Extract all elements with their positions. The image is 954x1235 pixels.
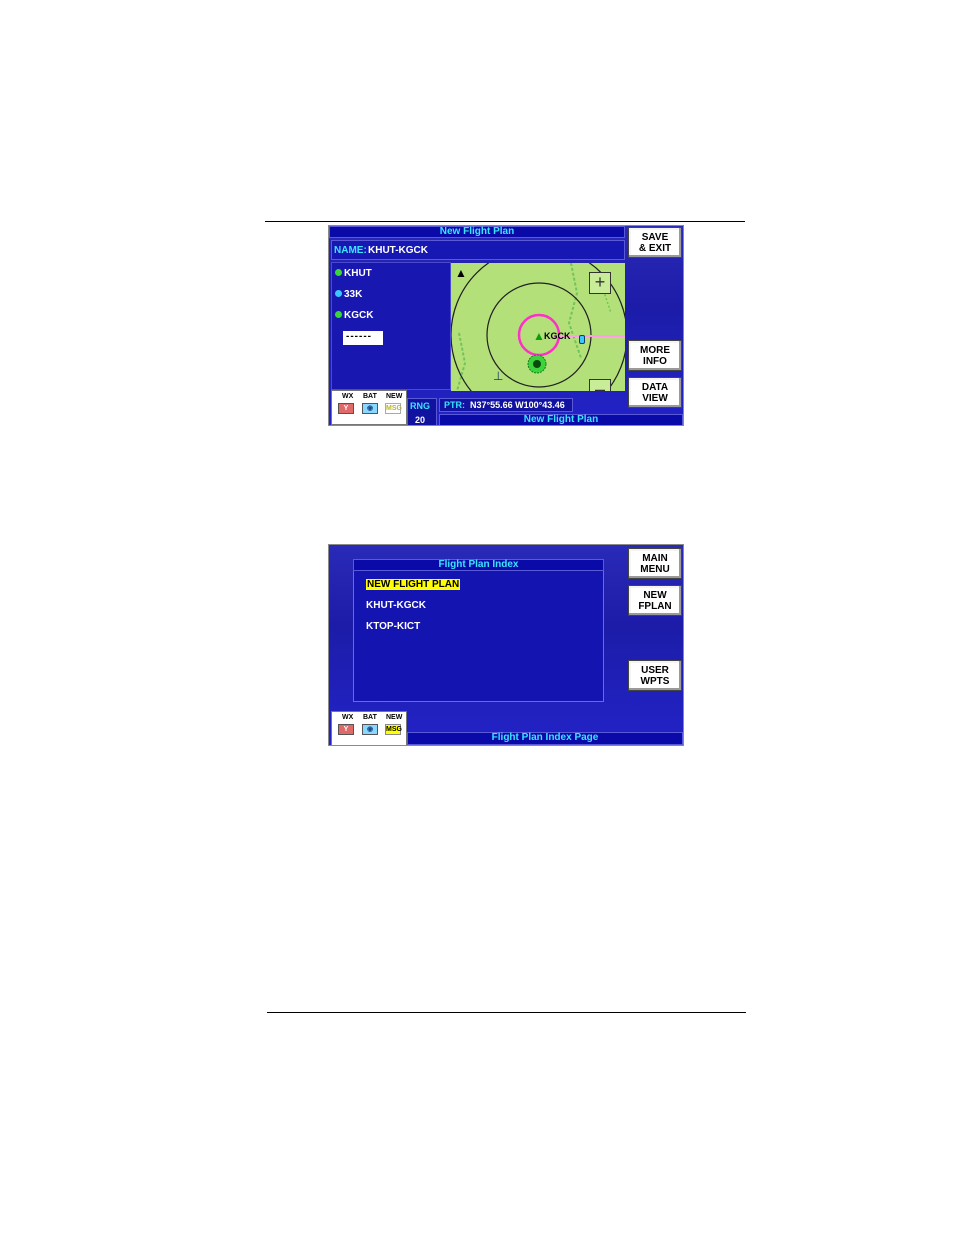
more-info-line2: INFO xyxy=(643,355,667,367)
status-indicators: WX BAT NEW Y ◉ MSG xyxy=(331,390,407,425)
obstacle-icon xyxy=(579,335,585,344)
bat-label: BAT xyxy=(363,714,377,721)
pointer-label: PTR: xyxy=(444,400,465,410)
footer-title: Flight Plan Index Page xyxy=(407,732,683,745)
terrain-line xyxy=(456,332,467,391)
message-icon[interactable]: MSG xyxy=(385,403,402,414)
save-exit-button[interactable]: SAVE & EXIT xyxy=(628,227,682,258)
waypoint-khut[interactable]: KHUT xyxy=(344,268,372,279)
user-wpts-line2: WPTS xyxy=(640,675,670,687)
waypoint-dot-icon xyxy=(335,290,342,297)
map-airport-label: KGCK xyxy=(544,331,571,341)
footer-title: New Flight Plan xyxy=(439,414,683,425)
new-label: NEW xyxy=(386,393,403,400)
new-label: NEW xyxy=(386,714,403,721)
message-icon[interactable]: MSG xyxy=(385,724,402,735)
save-exit-line1: SAVE xyxy=(641,231,669,243)
wx-label: WX xyxy=(342,393,354,400)
more-info-button[interactable]: MORE INFO xyxy=(628,340,682,371)
wx-label: WX xyxy=(342,714,354,721)
more-info-line1: MORE xyxy=(640,344,670,356)
pointer-value: N37°55.66 W100°43.46 xyxy=(470,400,565,410)
airport-dot-icon xyxy=(335,269,342,276)
wx-icon[interactable]: Y xyxy=(338,403,354,414)
north-arrow-icon: ▲ xyxy=(455,266,467,280)
plus-icon: + xyxy=(594,272,606,292)
battery-icon[interactable]: ◉ xyxy=(362,403,378,414)
data-view-line2: VIEW xyxy=(642,392,668,404)
status-indicators: WX BAT NEW Y ◉ MSG xyxy=(331,711,407,745)
new-fplan-line1: NEW xyxy=(643,589,667,601)
save-exit-line2: & EXIT xyxy=(638,242,672,254)
index-title: Flight Plan Index xyxy=(353,559,604,571)
tower-icon: ⊥ xyxy=(493,369,504,383)
minus-icon: – xyxy=(594,379,605,392)
bottom-rule xyxy=(267,1012,746,1013)
battery-icon[interactable]: ◉ xyxy=(362,724,378,735)
airport-dot-icon xyxy=(335,311,342,318)
main-menu-line1: MAIN xyxy=(642,552,668,564)
zoom-out-button[interactable]: – xyxy=(589,379,611,391)
new-fplan-button[interactable]: NEW FPLAN xyxy=(628,585,682,616)
range-value: 20 xyxy=(415,415,426,425)
map-view[interactable]: ▲ ▲ KGCK ⊥ + – xyxy=(451,263,625,391)
new-waypoint-entry[interactable]: ------ xyxy=(343,331,383,345)
main-menu-button[interactable]: MAIN MENU xyxy=(628,548,682,579)
name-value: KHUT-KGCK xyxy=(368,245,428,256)
name-label: NAME: xyxy=(334,245,367,256)
range-label: RNG xyxy=(410,401,430,411)
top-rule xyxy=(265,221,745,222)
new-fplan-line2: FPLAN xyxy=(638,600,672,612)
entry-placeholder: ------ xyxy=(346,331,372,342)
flight-plan-index-screen: Flight Plan Index NEW FLIGHT PLAN KHUT-K… xyxy=(328,544,684,746)
wx-icon[interactable]: Y xyxy=(338,724,354,735)
pointer-readout: PTR: N37°55.66 W100°43.46 xyxy=(439,398,573,412)
data-view-line1: DATA xyxy=(641,381,669,393)
main-menu-line2: MENU xyxy=(640,563,670,575)
list-item-new-flight-plan[interactable]: NEW FLIGHT PLAN xyxy=(366,579,461,590)
waypoint-33k[interactable]: 33K xyxy=(344,289,362,300)
name-field[interactable]: NAME: KHUT-KGCK xyxy=(331,240,625,260)
list-item-khut-kgck[interactable]: KHUT-KGCK xyxy=(366,600,426,611)
index-panel: Flight Plan Index NEW FLIGHT PLAN KHUT-K… xyxy=(353,559,604,702)
waypoint-list: KHUT 33K KGCK ------ xyxy=(331,262,451,390)
new-flight-plan-screen: New Flight Plan NAME: KHUT-KGCK KHUT 33K… xyxy=(328,225,684,426)
zoom-in-button[interactable]: + xyxy=(589,272,611,294)
user-wpts-button[interactable]: USER WPTS xyxy=(628,660,682,691)
list-item-ktop-kict[interactable]: KTOP-KICT xyxy=(366,621,420,632)
bat-label: BAT xyxy=(363,393,377,400)
waypoint-kgck[interactable]: KGCK xyxy=(344,310,373,321)
data-view-button[interactable]: DATA VIEW xyxy=(628,377,682,408)
range-display[interactable]: RNG 20 xyxy=(407,398,437,425)
header-title: New Flight Plan xyxy=(329,226,625,238)
user-wpts-line1: USER xyxy=(641,664,669,676)
